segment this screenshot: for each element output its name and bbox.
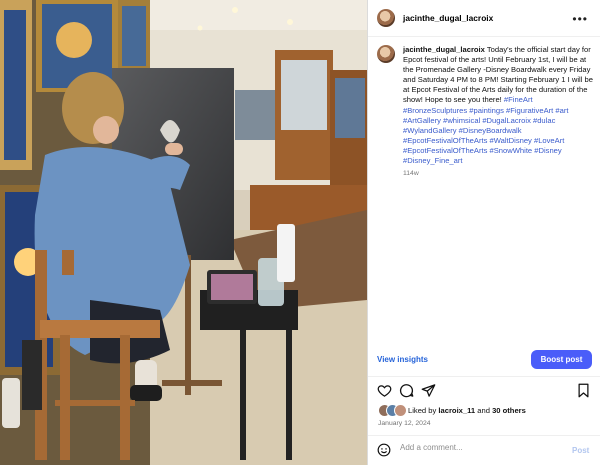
post-header: jacinthe_dugal_lacroix ••• xyxy=(368,0,600,37)
action-bar xyxy=(377,383,592,399)
likes-summary: Liked by lacroix_11 and 30 others xyxy=(408,406,526,415)
post-caption: jacinthe_dugal_lacroix Today's the offic… xyxy=(403,45,593,179)
divider xyxy=(368,435,600,436)
divider xyxy=(368,376,600,377)
likes-middle: and xyxy=(477,406,490,415)
likes-user[interactable]: lacroix_11 xyxy=(438,406,475,415)
post-photo[interactable] xyxy=(0,0,367,465)
likes-prefix: Liked by xyxy=(408,406,437,415)
bookmark-icon[interactable] xyxy=(576,383,591,398)
heart-icon[interactable] xyxy=(377,383,392,398)
instagram-post-view: jacinthe_dugal_lacroix ••• jacinthe_duga… xyxy=(0,0,600,465)
boost-post-button[interactable]: Boost post xyxy=(531,350,592,369)
author-avatar[interactable] xyxy=(377,9,395,27)
ellipsis-icon[interactable]: ••• xyxy=(572,12,588,26)
comment-icon[interactable] xyxy=(399,383,414,398)
post-date: January 12, 2024 xyxy=(378,420,431,427)
comment-input[interactable] xyxy=(400,443,550,452)
artist-painting-photo xyxy=(0,0,367,465)
post-time-ago[interactable]: 114w xyxy=(403,169,593,179)
share-icon[interactable] xyxy=(421,383,436,398)
author-username[interactable]: jacinthe_dugal_lacroix xyxy=(403,13,493,23)
post-comment-button[interactable]: Post xyxy=(572,446,589,455)
emoji-icon[interactable] xyxy=(377,443,391,457)
liker-avatars[interactable] xyxy=(378,404,407,417)
post-side-panel: jacinthe_dugal_lacroix ••• jacinthe_duga… xyxy=(367,0,600,465)
caption-username[interactable]: jacinthe_dugal_lacroix xyxy=(403,45,485,54)
likes-others[interactable]: 30 others xyxy=(492,406,526,415)
caption-hashtags[interactable]: #FineArt #BronzeSculptures #paintings #F… xyxy=(403,95,568,165)
liker-avatar xyxy=(394,404,407,417)
view-insights-link[interactable]: View insights xyxy=(377,355,428,364)
caption-avatar[interactable] xyxy=(377,45,395,63)
